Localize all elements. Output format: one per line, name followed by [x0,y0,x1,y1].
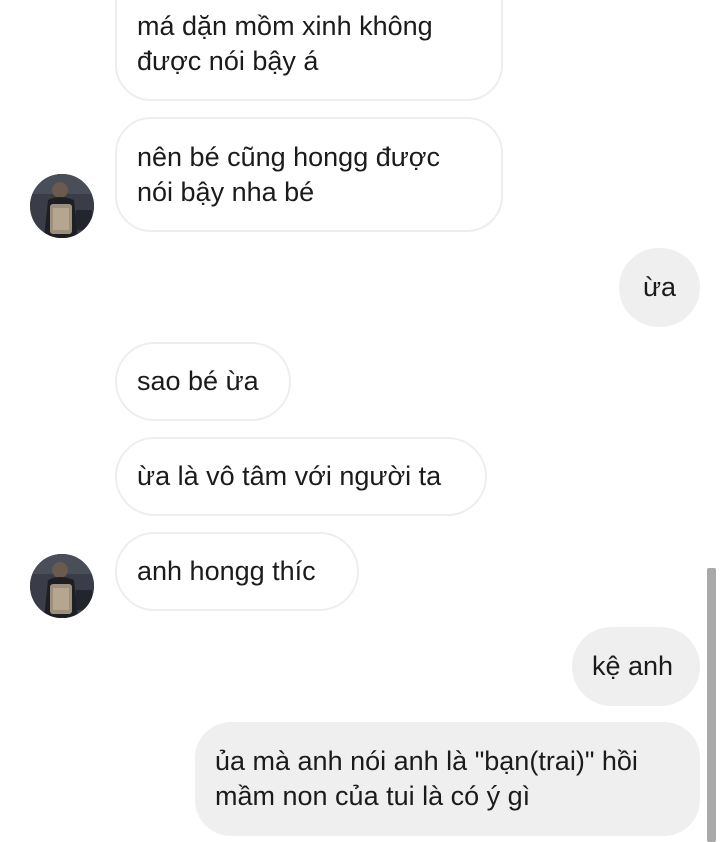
contact-avatar-icon[interactable] [30,174,94,238]
message-outgoing[interactable]: ừa [619,248,700,327]
message-text: nên bé cũng hongg được nói bậy nha bé [137,141,441,207]
message-text: má dặn mồm xinh không được nói bậy á [137,11,433,76]
message-text: ủa mà anh nói anh là "bạn(trai)" hồi mầm… [215,746,638,811]
message-text: kệ anh [592,651,674,681]
message-text: ừa [642,272,677,302]
message-text: sao bé ừa [137,366,259,396]
message-incoming[interactable]: nên bé cũng hongg được nói bậy nha bé [115,117,503,232]
message-text: anh hongg thíc [137,556,316,586]
message-text: ừa là vô tâm với người ta [137,461,442,491]
message-incoming[interactable]: má dặn mồm xinh không được nói bậy á [115,0,503,101]
contact-avatar-icon[interactable] [30,554,94,618]
message-outgoing[interactable]: ủa mà anh nói anh là "bạn(trai)" hồi mầm… [195,722,700,836]
scrollbar[interactable] [707,568,716,842]
message-outgoing[interactable]: kệ anh [572,627,700,706]
message-incoming[interactable]: sao bé ừa [115,342,291,421]
message-incoming[interactable]: anh hongg thíc [115,532,359,611]
message-incoming[interactable]: ừa là vô tâm với người ta [115,437,487,516]
